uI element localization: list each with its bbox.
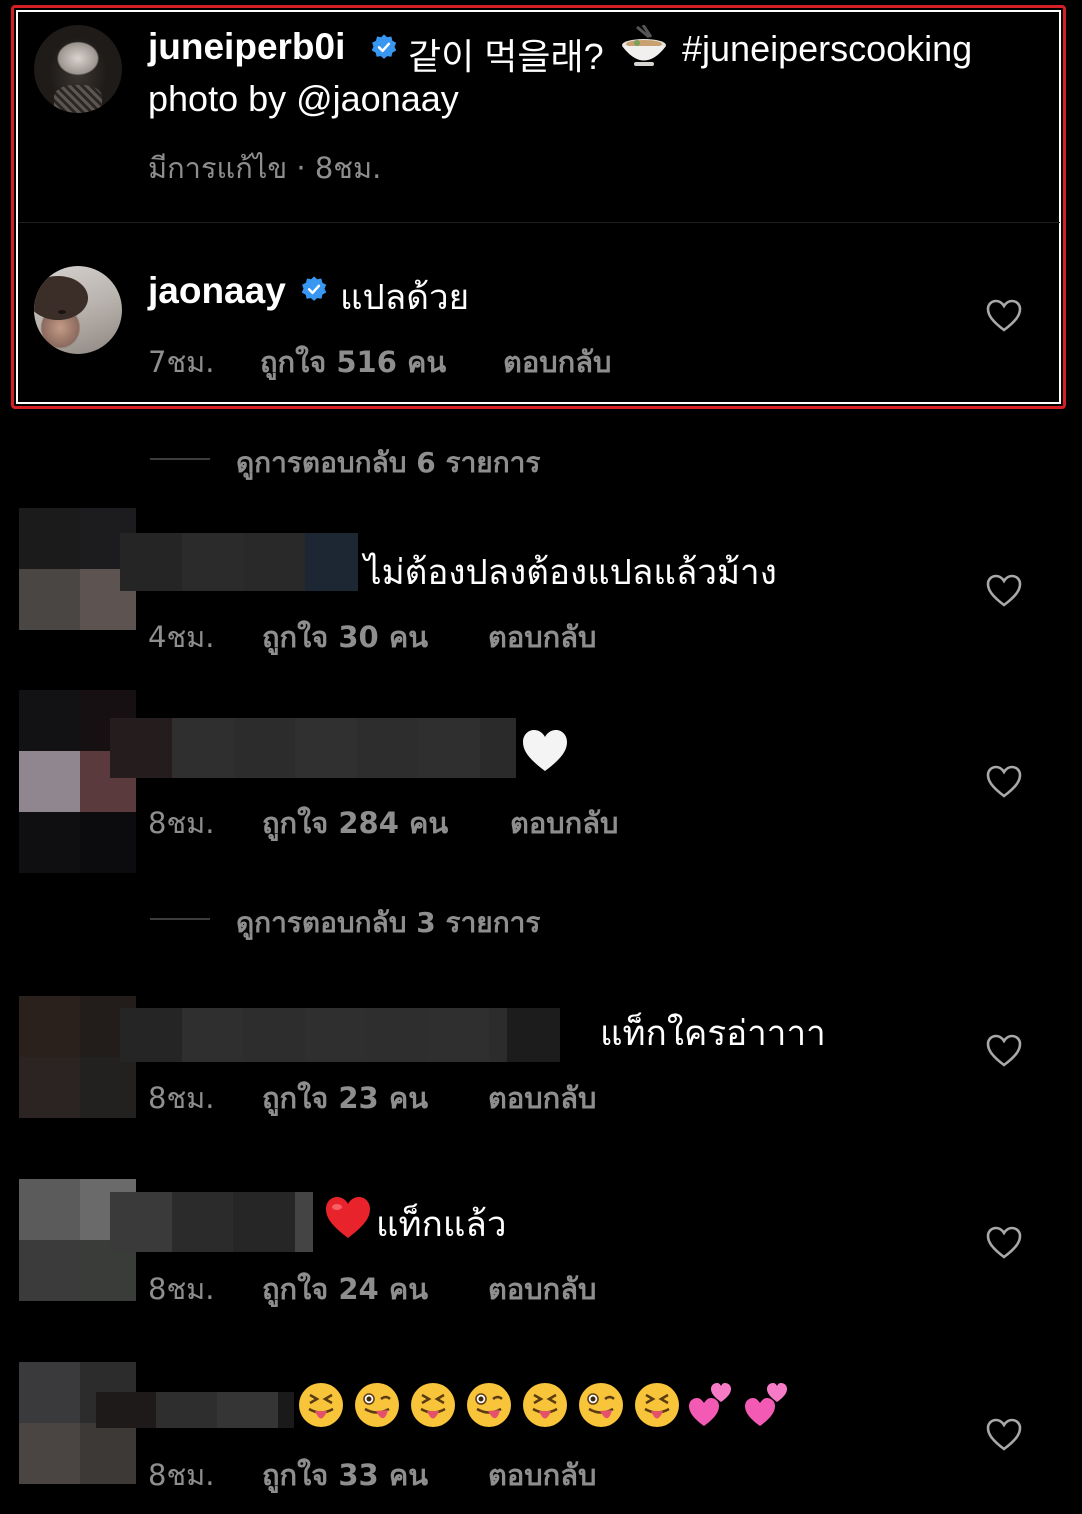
like-heart-icon[interactable] xyxy=(986,765,1022,799)
like-heart-icon[interactable] xyxy=(986,1226,1022,1260)
caption-hashtag[interactable]: #juneiperscooking xyxy=(682,28,972,70)
emoji-row-icon xyxy=(299,1383,787,1427)
divider xyxy=(18,222,1060,223)
two-hearts-emoji-icon xyxy=(689,1383,731,1426)
like-heart-icon[interactable] xyxy=(986,1418,1022,1452)
comment-time: 8ชม. xyxy=(148,1081,215,1115)
comment-time: 7ชม. xyxy=(148,345,215,379)
comment-time: 8ชม. xyxy=(148,806,215,840)
like-heart-icon[interactable] xyxy=(986,574,1022,608)
view-replies-button[interactable]: ดูการตอบกลับ 6 รายการ xyxy=(236,441,540,485)
squinting-tongue-emoji-icon xyxy=(299,1383,343,1427)
avatar[interactable] xyxy=(34,266,122,354)
reply-button[interactable]: ตอบกลับ xyxy=(488,1266,596,1312)
comment-author-username[interactable] xyxy=(96,1392,294,1428)
verified-badge-icon xyxy=(371,34,397,59)
comment-time: 4ชม. xyxy=(148,620,215,654)
view-replies-button[interactable]: ดูการตอบกลับ 3 รายการ xyxy=(236,901,540,945)
comment-likes[interactable]: ถูกใจ 284 คน xyxy=(262,800,448,846)
comment-text: แท็กแล้ว xyxy=(376,1205,507,1245)
avatar[interactable] xyxy=(34,25,122,113)
comment-text: แท็กใครอ่าาาา xyxy=(600,1014,826,1054)
red-heart-emoji-icon xyxy=(326,1197,370,1238)
post-caption: juneiperb0i xyxy=(148,26,345,68)
like-heart-icon[interactable] xyxy=(986,299,1022,333)
comment-text: ไม่ต้องปลงต้องแปลแล้วม้าง xyxy=(364,553,777,593)
verified-badge-icon xyxy=(301,276,327,301)
comment-author-username[interactable] xyxy=(120,533,358,591)
comment-time: 8ชม. xyxy=(148,1272,215,1306)
comment-likes[interactable]: ถูกใจ 24 คน xyxy=(262,1266,428,1312)
comment-likes[interactable]: ถูกใจ 33 คน xyxy=(262,1452,428,1498)
winking-tongue-emoji-icon xyxy=(355,1383,399,1427)
reply-button[interactable]: ตอบกลับ xyxy=(488,1075,596,1121)
reply-button[interactable]: ตอบกลับ xyxy=(488,614,596,660)
avatar[interactable] xyxy=(19,508,136,630)
comment-time: 8ชม. xyxy=(148,1458,215,1492)
like-heart-icon[interactable] xyxy=(986,1034,1022,1068)
avatar[interactable] xyxy=(19,996,136,1118)
replies-line xyxy=(150,458,210,460)
comment-text: แปลด้วย xyxy=(340,278,470,318)
comment-author-username[interactable] xyxy=(120,1008,600,1062)
comment-likes[interactable]: ถูกใจ 30 คน xyxy=(262,614,428,660)
comment-likes[interactable]: ถูกใจ 516 คน xyxy=(260,339,446,385)
comment-author-username[interactable] xyxy=(110,1192,313,1252)
post-meta: มีการแก้ไข · 8ชม. xyxy=(148,151,382,185)
comment-author-username[interactable] xyxy=(110,718,516,778)
post-author-username[interactable]: juneiperb0i xyxy=(148,26,345,67)
caption-photo-credit: photo by @jaonaay xyxy=(148,78,459,119)
white-heart-emoji-icon xyxy=(523,730,567,771)
reply-button[interactable]: ตอบกลับ xyxy=(503,339,611,385)
reply-button[interactable]: ตอบกลับ xyxy=(510,800,618,846)
caption-korean: 같이 먹을래? xyxy=(408,36,604,77)
replies-line xyxy=(150,918,210,920)
ramen-bowl-icon xyxy=(622,25,666,66)
reply-button[interactable]: ตอบกลับ xyxy=(488,1452,596,1498)
comment-likes[interactable]: ถูกใจ 23 คน xyxy=(262,1075,428,1121)
comments-screen: juneiperb0i 같이 먹을래? #juneiperscooking ph… xyxy=(0,0,1082,1514)
comment-author-username[interactable]: jaonaay xyxy=(148,270,286,312)
